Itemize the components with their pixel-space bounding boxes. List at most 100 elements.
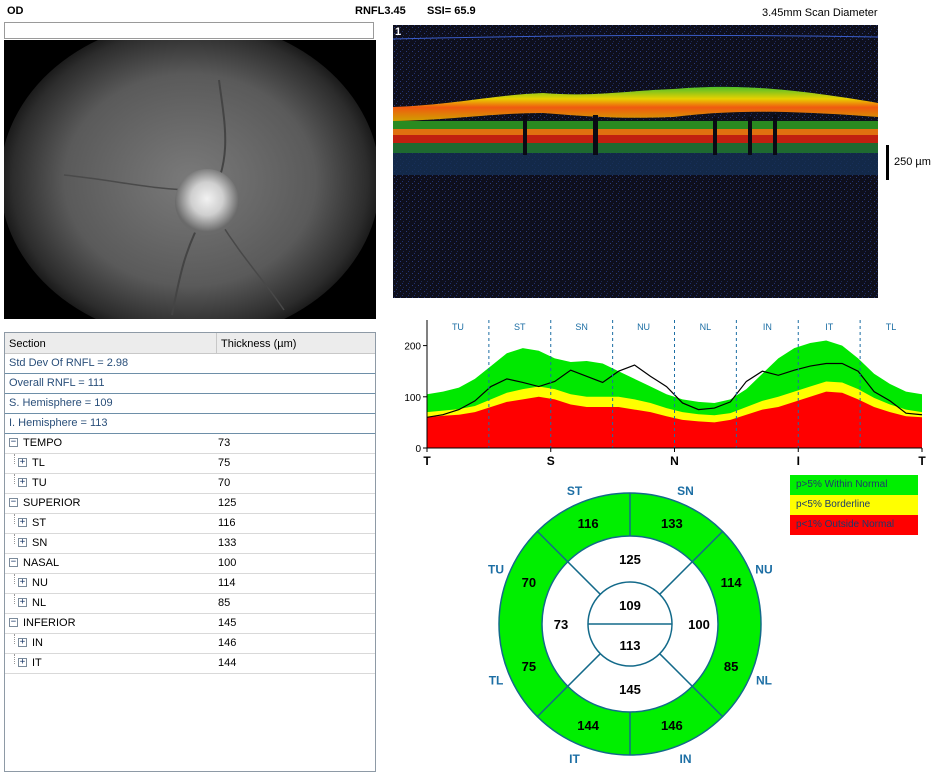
- rnfl-protocol-label: RNFL3.45: [355, 5, 406, 17]
- table-row[interactable]: + NU 114: [5, 574, 375, 594]
- thickness-value: 116: [218, 517, 236, 529]
- outer-sector-label: SN: [677, 484, 694, 498]
- thickness-value: 114: [218, 577, 236, 589]
- thickness-value: 146: [218, 637, 237, 649]
- outer-sector-value: 116: [578, 516, 599, 531]
- middle-superior-value: 125: [619, 552, 641, 567]
- expand-icon[interactable]: +: [18, 578, 27, 587]
- tree-connector: [14, 454, 15, 464]
- thickness-value: 100: [218, 557, 237, 569]
- legend-borderline: p<5% Borderline: [790, 495, 918, 515]
- scan-diameter-label: 3.45mm Scan Diameter: [762, 7, 878, 19]
- inner-inferior-value: 113: [620, 638, 641, 653]
- thickness-table: Section Thickness (µm) Std Dev Of RNFL =…: [4, 332, 376, 772]
- optic-disc: [175, 169, 239, 235]
- middle-nasal-value: 100: [688, 617, 710, 632]
- section-label: IN: [32, 637, 43, 649]
- section-label: NASAL: [23, 557, 60, 569]
- tree-connector: [14, 474, 15, 484]
- expand-icon[interactable]: +: [18, 658, 27, 667]
- thickness-value: 133: [218, 537, 237, 549]
- outer-sector-label: NU: [755, 563, 772, 577]
- y-tick-label: 200: [404, 342, 421, 353]
- tsnit-graph: TU ST SN NU NL IN IT TL 0 100 200 T S N I T: [395, 320, 935, 470]
- table-header: Section Thickness (µm): [5, 333, 375, 354]
- outer-sector-label: TU: [488, 563, 504, 577]
- table-row[interactable]: + SN 133: [5, 534, 375, 554]
- thickness-value: 144: [218, 657, 237, 669]
- x-tick-label: I: [797, 454, 800, 468]
- section-label: TL: [32, 457, 45, 469]
- table-group-row[interactable]: − INFERIOR 145: [5, 614, 375, 634]
- tree-rows: − TEMPO 73 + TL 75 + TU 70− SUPERIOR 125 + ST 116 + SN 1…: [5, 434, 375, 674]
- table-row[interactable]: + TU 70: [5, 474, 375, 494]
- expand-icon[interactable]: +: [18, 518, 27, 527]
- thickness-value: 145: [218, 617, 237, 629]
- tree-connector: [14, 514, 15, 524]
- table-group-row[interactable]: − TEMPO 73: [5, 434, 375, 454]
- tree-connector: [14, 594, 15, 604]
- table-row[interactable]: + ST 116: [5, 514, 375, 534]
- outer-sector-value: 146: [661, 718, 683, 733]
- table-row[interactable]: + IT 144: [5, 654, 375, 674]
- collapse-icon[interactable]: −: [9, 618, 18, 627]
- column-header-thickness[interactable]: Thickness (µm): [221, 338, 296, 350]
- scale-bar: [886, 145, 889, 180]
- collapse-icon[interactable]: −: [9, 498, 18, 507]
- table-group-row[interactable]: − NASAL 100: [5, 554, 375, 574]
- thickness-value: 75: [218, 457, 231, 469]
- segment-label: SN: [575, 322, 588, 332]
- outer-sector-value: 85: [724, 659, 738, 674]
- section-label: INFERIOR: [23, 617, 76, 629]
- x-tick-label: T: [423, 454, 431, 468]
- segment-label: TU: [452, 322, 464, 332]
- expand-icon[interactable]: +: [18, 638, 27, 647]
- expand-icon[interactable]: +: [18, 598, 27, 607]
- expand-icon[interactable]: +: [18, 478, 27, 487]
- outer-sector-label: NL: [756, 673, 772, 687]
- collapse-icon[interactable]: −: [9, 438, 18, 447]
- fundus-image[interactable]: [4, 40, 376, 319]
- table-row[interactable]: + IN 146: [5, 634, 375, 654]
- bscan-frame-number: 1: [395, 26, 402, 38]
- inner-superior-value: 109: [619, 598, 641, 613]
- section-label: TEMPO: [23, 437, 63, 449]
- outer-sector-label: ST: [567, 484, 583, 498]
- scale-bar-label: 250 µm: [894, 156, 931, 168]
- table-row[interactable]: + TL 75: [5, 454, 375, 474]
- segment-label: IT: [825, 322, 834, 332]
- x-tick-label: S: [547, 454, 555, 468]
- fundus-toolbar: [4, 22, 374, 39]
- summary-row[interactable]: I. Hemisphere = 113: [5, 414, 375, 434]
- table-group-row[interactable]: − SUPERIOR 125: [5, 494, 375, 514]
- expand-icon[interactable]: +: [18, 538, 27, 547]
- summary-row[interactable]: Overall RNFL = 111: [5, 374, 375, 394]
- x-tick-label: T: [918, 454, 926, 468]
- section-label: ST: [32, 517, 47, 529]
- thickness-value: 73: [218, 437, 231, 449]
- fundus-photo: [4, 40, 376, 319]
- y-tick-label: 100: [404, 393, 421, 404]
- thickness-value: 125: [218, 497, 237, 509]
- segment-label: NL: [700, 322, 712, 332]
- section-label: SN: [32, 537, 48, 549]
- oct-bscan-image[interactable]: 1: [393, 25, 878, 298]
- column-header-section[interactable]: Section: [9, 338, 46, 350]
- y-tick-label: 0: [415, 444, 421, 455]
- segment-label: IN: [763, 322, 772, 332]
- outer-sector-label: IT: [569, 752, 580, 766]
- table-row[interactable]: + NL 85: [5, 594, 375, 614]
- section-label: NL: [32, 597, 47, 609]
- expand-icon[interactable]: +: [18, 458, 27, 467]
- middle-temporal-value: 73: [554, 617, 568, 632]
- eye-label: OD: [7, 5, 24, 17]
- summary-row[interactable]: S. Hemisphere = 109: [5, 394, 375, 414]
- legend-outside-normal: p<1% Outside Normal: [790, 515, 918, 535]
- segment-label: ST: [514, 322, 526, 332]
- legend: p>5% Within Normal p<5% Borderline p<1% …: [790, 475, 918, 535]
- thickness-value: 85: [218, 597, 231, 609]
- summary-row[interactable]: Std Dev Of RNFL = 2.98: [5, 354, 375, 374]
- collapse-icon[interactable]: −: [9, 558, 18, 567]
- tree-connector: [14, 634, 15, 644]
- bscan-graphic: [393, 25, 878, 298]
